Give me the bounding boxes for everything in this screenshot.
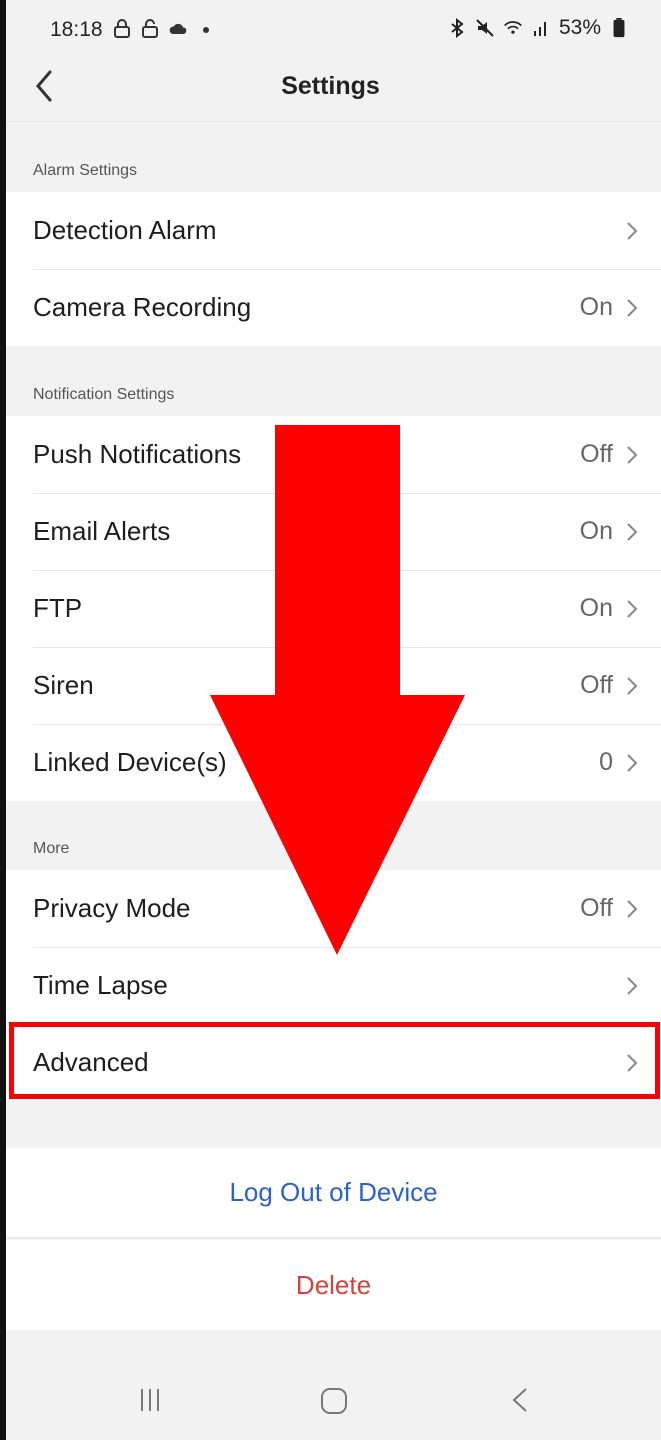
status-icons-left: [112, 19, 216, 39]
alarm-settings-group: Detection Alarm Camera Recording On: [6, 192, 661, 346]
chevron-right-icon: [627, 445, 638, 464]
logout-button[interactable]: Log Out of Device: [229, 1177, 437, 1208]
arrow-down-annotation-icon: [210, 425, 465, 955]
home-icon[interactable]: [318, 1385, 350, 1417]
delete-button[interactable]: Delete: [296, 1270, 371, 1301]
recent-apps-icon[interactable]: [135, 1385, 165, 1415]
dot-icon: [203, 27, 209, 33]
nav-bar: Settings: [0, 56, 661, 122]
settings-row-camera-recording[interactable]: Camera Recording On: [6, 269, 661, 346]
cloud-icon: [169, 23, 187, 34]
row-value: Off: [580, 440, 613, 468]
chevron-right-icon: [627, 976, 638, 995]
section-header-alarm: Alarm Settings: [33, 162, 138, 179]
screen-edge: [0, 0, 6, 1440]
row-label: Camera Recording: [33, 292, 252, 322]
advanced-highlight-box: [9, 1022, 660, 1099]
settings-row-detection-alarm[interactable]: Detection Alarm: [6, 192, 661, 269]
battery-percent: 53%: [558, 16, 601, 39]
mute-icon: [476, 19, 494, 37]
status-time: 18:18: [50, 18, 103, 41]
chevron-right-icon: [627, 298, 638, 317]
chevron-right-icon: [627, 599, 638, 618]
row-value: Off: [580, 671, 613, 699]
system-nav-bar: [0, 1345, 661, 1440]
status-icons-right: 53%: [447, 16, 629, 40]
row-value: 0: [599, 748, 613, 776]
back-nav-icon[interactable]: [506, 1385, 536, 1415]
chevron-right-icon: [627, 899, 638, 918]
page-title: Settings: [281, 72, 380, 100]
status-bar: 18:18 53%: [0, 0, 661, 56]
chevron-right-icon: [627, 522, 638, 541]
logout-row: Log Out of Device: [6, 1148, 661, 1238]
row-label: Time Lapse: [33, 970, 168, 1000]
battery-icon: [613, 18, 625, 38]
row-value: Off: [580, 894, 613, 922]
row-value: On: [579, 293, 613, 321]
delete-row: Delete: [6, 1240, 661, 1330]
row-value: On: [579, 517, 613, 545]
bluetooth-icon: [451, 18, 464, 38]
signal-icon: [533, 22, 546, 36]
row-value: On: [579, 594, 613, 622]
lock-icon: [142, 19, 158, 38]
wifi-icon: [504, 21, 522, 34]
lock-icon: [114, 19, 130, 38]
chevron-right-icon: [627, 753, 638, 772]
section-header-more: More: [33, 840, 70, 857]
row-label: Detection Alarm: [33, 215, 217, 245]
chevron-right-icon: [627, 676, 638, 695]
chevron-right-icon: [627, 221, 638, 240]
section-header-notification: Notification Settings: [33, 386, 175, 403]
